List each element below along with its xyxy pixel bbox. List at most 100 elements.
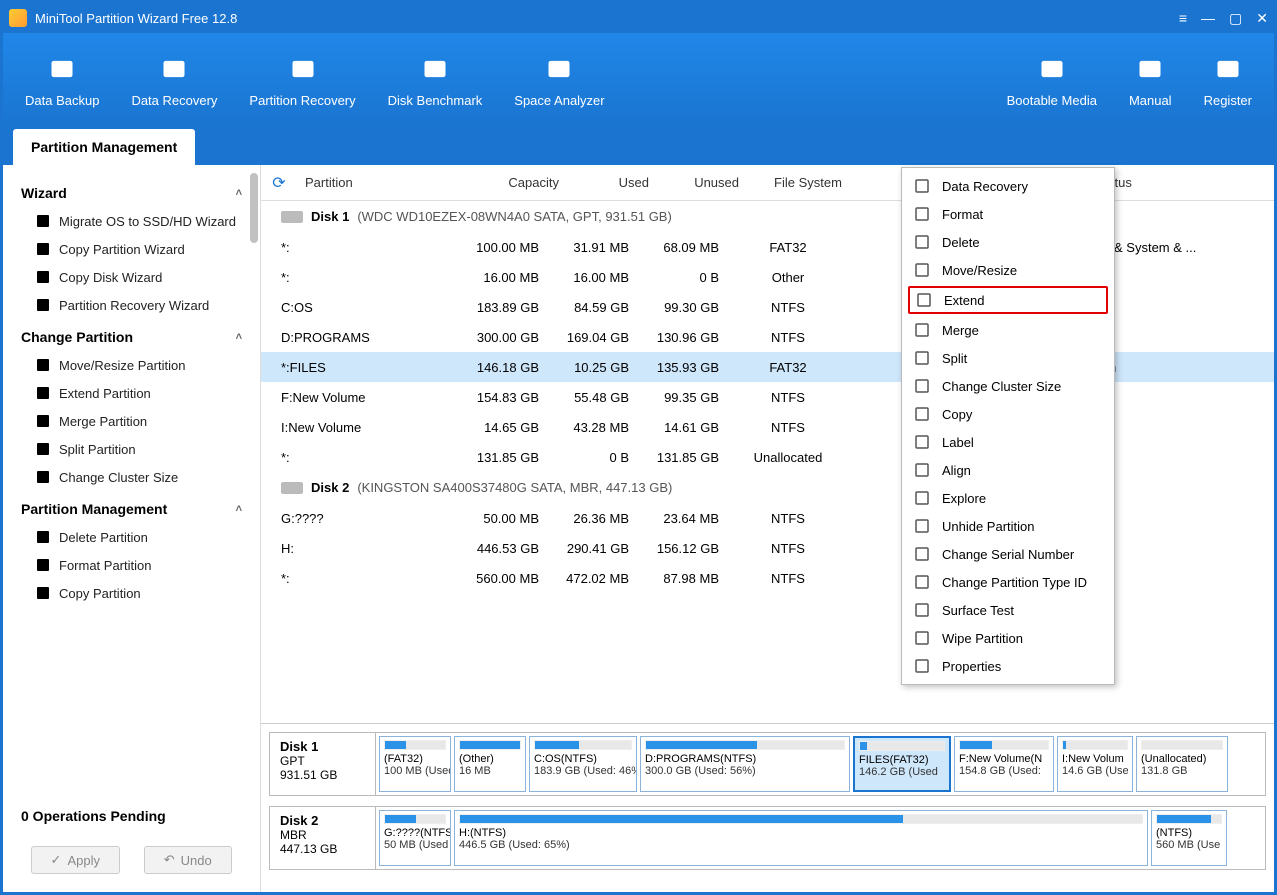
menu-item-merge[interactable]: Merge: [902, 316, 1114, 344]
diskmap-partition[interactable]: (Unallocated)131.8 GB: [1136, 736, 1228, 792]
section-header[interactable]: Change Partition˄: [3, 319, 260, 351]
toolbar-manual-button[interactable]: Manual: [1113, 47, 1188, 116]
toolbar-label: Register: [1204, 93, 1252, 108]
menu-item-split[interactable]: Split: [902, 344, 1114, 372]
menu-icon[interactable]: ≡: [1179, 10, 1187, 26]
menu-item-icon: [914, 462, 930, 478]
col-fs[interactable]: File System: [753, 175, 863, 190]
sidebar-item-label: Migrate OS to SSD/HD Wizard: [59, 214, 236, 229]
diskmap-partition[interactable]: C:OS(NTFS)183.9 GB (Used: 46%: [529, 736, 637, 792]
menu-item-label: Properties: [942, 659, 1001, 674]
toolbar-analyzer-button[interactable]: Space Analyzer: [498, 47, 620, 116]
toolbar-bootable-button[interactable]: Bootable Media: [991, 47, 1113, 116]
partition-row[interactable]: I:New Volume14.65 GB43.28 MB14.61 GBNTFS…: [261, 412, 1274, 442]
diskmap-partition[interactable]: (FAT32)100 MB (Used: [379, 736, 451, 792]
sidebar-item[interactable]: Merge Partition: [3, 407, 260, 435]
sidebar-item[interactable]: Copy Disk Wizard: [3, 263, 260, 291]
toolbar-recovery-button[interactable]: Data Recovery: [115, 47, 233, 116]
diskmap-row: Disk 2MBR447.13 GBG:????(NTFS50 MB (Used…: [269, 806, 1266, 870]
toolbar-backup-button[interactable]: Data Backup: [9, 47, 115, 116]
menu-item-wipe-partition[interactable]: Wipe Partition: [902, 624, 1114, 652]
left-scrollbar[interactable]: [250, 173, 258, 243]
section-header[interactable]: Partition Management˄: [3, 491, 260, 523]
toolbar-benchmark-button[interactable]: Disk Benchmark: [372, 47, 499, 116]
precovery-icon: [289, 55, 317, 83]
col-partition[interactable]: Partition: [297, 175, 477, 190]
menu-item-icon: [914, 574, 930, 590]
refresh-icon[interactable]: ⟳: [261, 173, 297, 193]
diskmap-partition[interactable]: H:(NTFS)446.5 GB (Used: 65%): [454, 810, 1148, 866]
apply-button[interactable]: ✓Apply: [31, 846, 120, 874]
diskmap-partition[interactable]: D:PROGRAMS(NTFS)300.0 GB (Used: 56%): [640, 736, 850, 792]
menu-item-label: Move/Resize: [942, 263, 1017, 278]
diskmap-partition[interactable]: G:????(NTFS50 MB (Used: [379, 810, 451, 866]
minimize-icon[interactable]: —: [1201, 10, 1215, 26]
menu-item-move-resize[interactable]: Move/Resize: [902, 256, 1114, 284]
diskmap-partition[interactable]: I:New Volum14.6 GB (Use: [1057, 736, 1133, 792]
disk-header-row[interactable]: Disk 2 (KINGSTON SA400S37480G SATA, MBR,…: [261, 472, 1274, 503]
menu-item-icon: [914, 630, 930, 646]
diskmap-partition[interactable]: FILES(FAT32)146.2 GB (Used: [853, 736, 951, 792]
menu-item-change-cluster-size[interactable]: Change Cluster Size: [902, 372, 1114, 400]
menu-item-data-recovery[interactable]: Data Recovery: [902, 172, 1114, 200]
menu-item-unhide-partition[interactable]: Unhide Partition: [902, 512, 1114, 540]
menu-item-label[interactable]: Label: [902, 428, 1114, 456]
sidebar-item[interactable]: Copy Partition: [3, 579, 260, 607]
sidebar-item[interactable]: Extend Partition: [3, 379, 260, 407]
sidebar-item[interactable]: Migrate OS to SSD/HD Wizard: [3, 207, 260, 235]
partition-row[interactable]: *:100.00 MB31.91 MB68.09 MBFAT32Active &…: [261, 232, 1274, 262]
sidebar-item[interactable]: Format Partition: [3, 551, 260, 579]
partition-row[interactable]: D:PROGRAMS300.00 GB169.04 GB130.96 GBNTF…: [261, 322, 1274, 352]
toolbar-precovery-button[interactable]: Partition Recovery: [233, 47, 371, 116]
sidebar-item-label: Copy Disk Wizard: [59, 270, 162, 285]
menu-item-align[interactable]: Align: [902, 456, 1114, 484]
left-panel: Wizard˄ Migrate OS to SSD/HD Wizard Copy P…: [3, 165, 261, 892]
item-icon: [35, 557, 51, 573]
partition-row[interactable]: *:560.00 MB472.02 MB87.98 MBNTFSNone: [261, 563, 1274, 593]
menu-item-surface-test[interactable]: Surface Test: [902, 596, 1114, 624]
diskmap-partition[interactable]: (Other)16 MB: [454, 736, 526, 792]
sidebar-item[interactable]: Move/Resize Partition: [3, 351, 260, 379]
partition-row[interactable]: G:????50.00 MB26.36 MB23.64 MBNTFSActive: [261, 503, 1274, 533]
sidebar-item[interactable]: Copy Partition Wizard: [3, 235, 260, 263]
right-panel: ⟳ Partition Capacity Used Unused File Sy…: [261, 165, 1274, 892]
col-unused[interactable]: Unused: [663, 175, 753, 190]
menu-item-label: Change Cluster Size: [942, 379, 1061, 394]
menu-item-properties[interactable]: Properties: [902, 652, 1114, 680]
section-header[interactable]: Wizard˄: [3, 175, 260, 207]
diskmap-partition[interactable]: (NTFS)560 MB (Use: [1151, 810, 1227, 866]
partition-row[interactable]: *:131.85 GB0 B131.85 GBUnallocatedNone: [261, 442, 1274, 472]
menu-item-extend[interactable]: Extend: [908, 286, 1108, 314]
tab-partition-management[interactable]: Partition Management: [13, 129, 195, 165]
menu-item-delete[interactable]: Delete: [902, 228, 1114, 256]
menu-item-icon: [914, 350, 930, 366]
toolbar-register-button[interactable]: Register: [1188, 47, 1268, 116]
close-icon[interactable]: ✕: [1256, 10, 1268, 27]
partition-row[interactable]: *:16.00 MB16.00 MB0 BOtherNone: [261, 262, 1274, 292]
partition-row[interactable]: H:446.53 GB290.41 GB156.12 GBNTFSNone: [261, 533, 1274, 563]
menu-item-format[interactable]: Format: [902, 200, 1114, 228]
sidebar-item-label: Format Partition: [59, 558, 151, 573]
col-used[interactable]: Used: [573, 175, 663, 190]
disk-header-row[interactable]: Disk 1 (WDC WD10EZEX-08WN4A0 SATA, GPT, …: [261, 201, 1274, 232]
maximize-icon[interactable]: ▢: [1229, 10, 1242, 27]
menu-item-change-serial-number[interactable]: Change Serial Number: [902, 540, 1114, 568]
diskmap-partition[interactable]: F:New Volume(N154.8 GB (Used:: [954, 736, 1054, 792]
item-icon: [35, 213, 51, 229]
menu-item-explore[interactable]: Explore: [902, 484, 1114, 512]
menu-item-copy[interactable]: Copy: [902, 400, 1114, 428]
sidebar-item[interactable]: Partition Recovery Wizard: [3, 291, 260, 319]
menu-item-change-partition-type-id[interactable]: Change Partition Type ID: [902, 568, 1114, 596]
toolbar-label: Data Backup: [25, 93, 99, 108]
diskmap-header: Disk 2MBR447.13 GB: [270, 807, 376, 869]
menu-item-icon: [914, 234, 930, 250]
undo-button[interactable]: ↶Undo: [144, 846, 233, 874]
col-capacity[interactable]: Capacity: [477, 175, 573, 190]
partition-row[interactable]: C:OS183.89 GB84.59 GB99.30 GBNTFSBoot: [261, 292, 1274, 322]
sidebar-item[interactable]: Delete Partition: [3, 523, 260, 551]
partition-row[interactable]: F:New Volume154.83 GB55.48 GB99.35 GBNTF…: [261, 382, 1274, 412]
sidebar-item[interactable]: Change Cluster Size: [3, 463, 260, 491]
menu-item-label: Surface Test: [942, 603, 1014, 618]
partition-row[interactable]: *:FILES146.18 GB10.25 GB135.93 GBFAT32Hi…: [261, 352, 1274, 382]
sidebar-item[interactable]: Split Partition: [3, 435, 260, 463]
